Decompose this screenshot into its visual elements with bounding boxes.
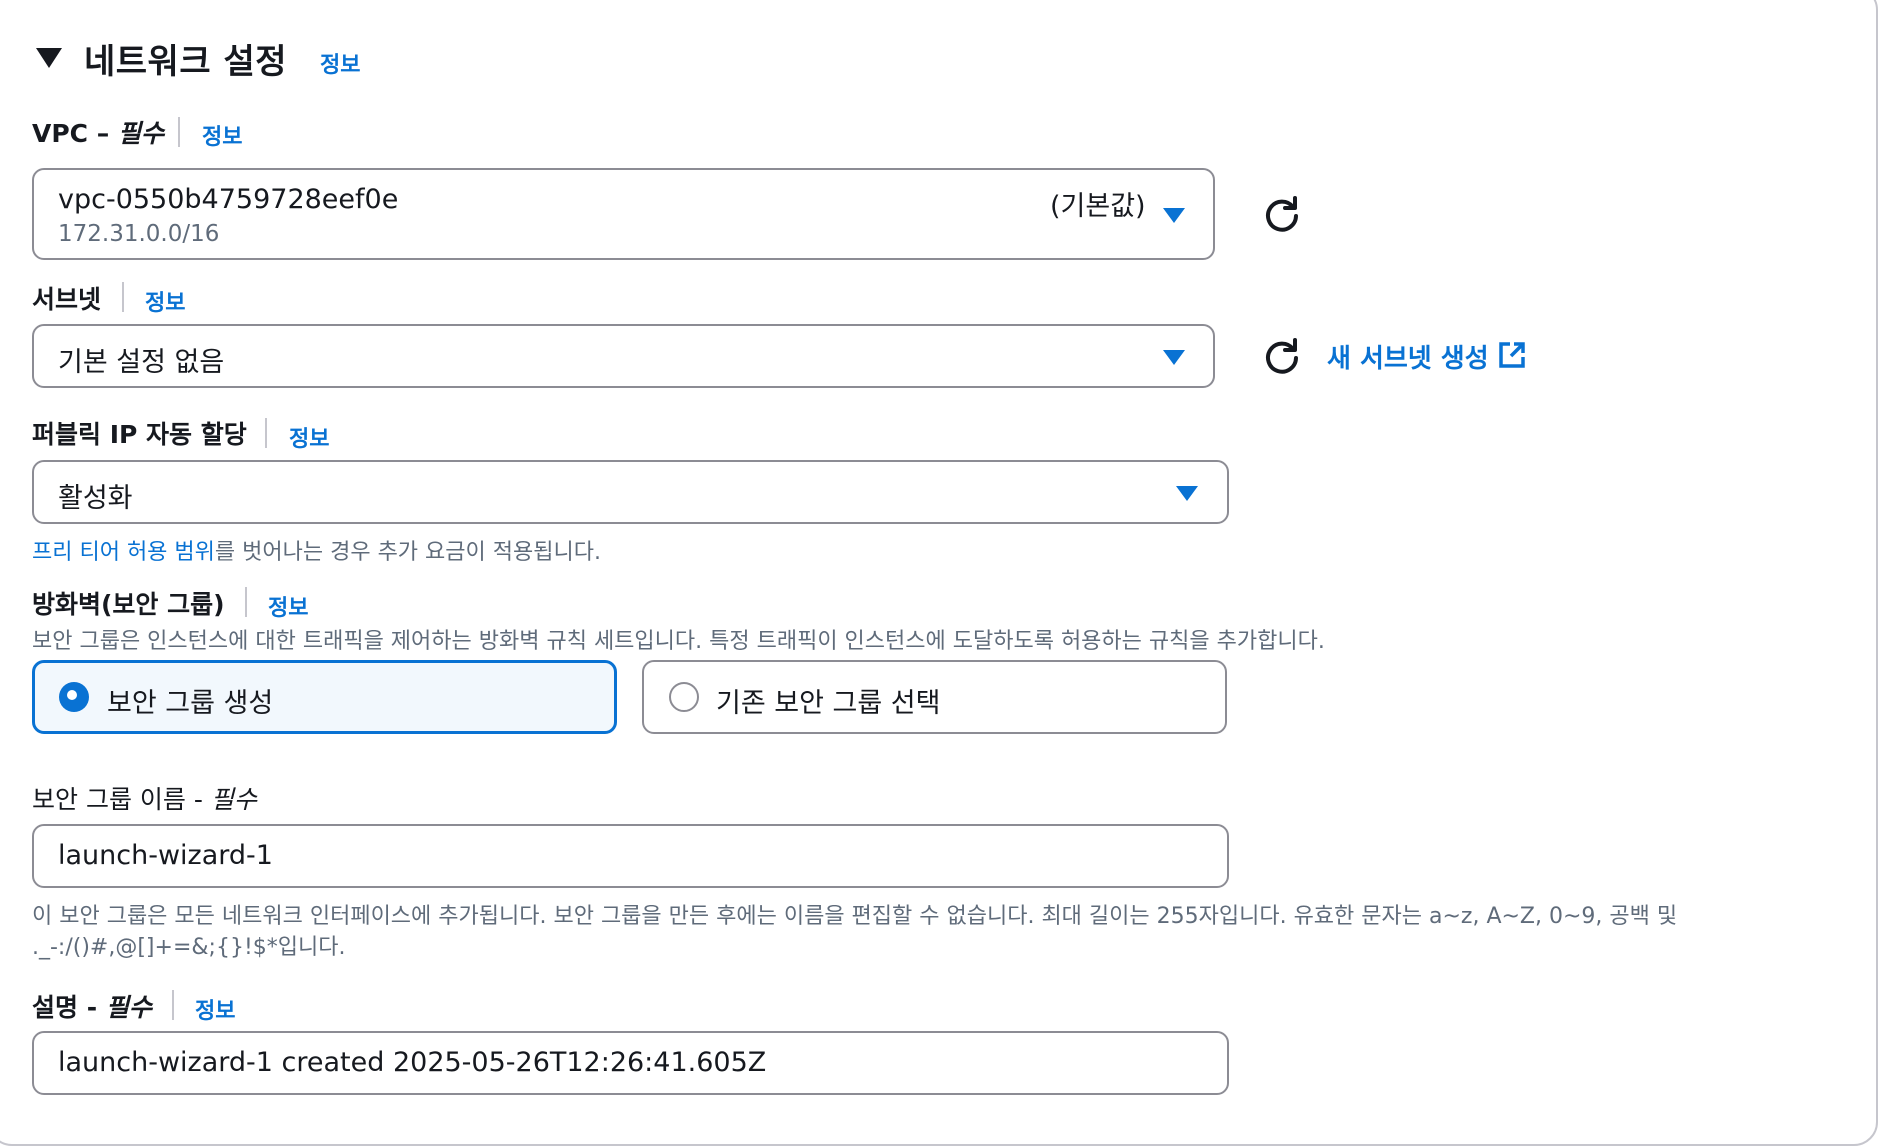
radio-label: 보안 그룹 생성 — [107, 688, 274, 719]
section-title: 네트워크 설정 — [84, 42, 288, 82]
dropdown-caret-icon — [1163, 208, 1185, 223]
description-info-link[interactable]: 정보 — [195, 993, 235, 1025]
subnet-value: 기본 설정 없음 — [58, 347, 225, 378]
firewall-description: 보안 그룹은 인스턴스에 대한 트래픽을 제어하는 방화벽 규칙 세트입니다. … — [32, 629, 1325, 654]
vpc-info-link[interactable]: 정보 — [202, 119, 242, 151]
subnet-select[interactable]: 기본 설정 없음 — [32, 324, 1215, 388]
radio-label: 기존 보안 그룹 선택 — [716, 688, 941, 719]
firewall-info-link[interactable]: 정보 — [268, 590, 308, 622]
description-input[interactable]: launch-wizard-1 created 2025-05-26T12:26… — [32, 1031, 1229, 1095]
vpc-select[interactable]: vpc-0550b4759728eef0e 172.31.0.0/16 (기본값… — [32, 168, 1215, 260]
sg-name-help-line2: ._-:/()#,@[]+=&;{}!$*입니다. — [32, 935, 346, 960]
description-value: launch-wizard-1 created 2025-05-26T12:26… — [58, 1047, 767, 1078]
free-tier-link[interactable]: 프리 티어 허용 범위 — [32, 540, 215, 565]
create-subnet-link[interactable]: 새 서브넷 생성 — [1327, 338, 1489, 375]
public-ip-info-link[interactable]: 정보 — [289, 421, 329, 453]
vpc-id: vpc-0550b4759728eef0e — [58, 184, 399, 215]
divider — [245, 587, 247, 617]
sg-name-help-line1: 이 보안 그룹은 모든 네트워크 인터페이스에 추가됩니다. 보안 그룹을 만든… — [32, 904, 1678, 929]
sg-name-input[interactable]: launch-wizard-1 — [32, 824, 1229, 888]
divider — [122, 282, 124, 312]
public-ip-value: 활성화 — [58, 483, 133, 514]
description-label: 설명 - 필수 — [32, 993, 152, 1022]
subnet-info-link[interactable]: 정보 — [145, 285, 185, 317]
dropdown-caret-icon — [1163, 350, 1185, 365]
vpc-default-badge: (기본값) — [1050, 191, 1146, 222]
vpc-cidr: 172.31.0.0/16 — [58, 221, 220, 247]
divider — [178, 117, 180, 147]
divider — [172, 990, 174, 1020]
public-ip-help: 프리 티어 허용 범위를 벗어나는 경우 추가 요금이 적용됩니다. — [32, 540, 601, 565]
section-info-link[interactable]: 정보 — [320, 47, 360, 79]
sg-name-label: 보안 그룹 이름 - 필수 — [32, 785, 257, 814]
external-link-icon[interactable] — [1498, 341, 1526, 369]
radio-create-security-group[interactable]: 보안 그룹 생성 — [32, 660, 617, 734]
refresh-icon[interactable] — [1262, 336, 1302, 376]
vpc-label: VPC – 필수 — [32, 119, 164, 148]
dropdown-caret-icon — [1176, 486, 1198, 501]
radio-unselected-icon — [669, 682, 699, 712]
caret-down-icon[interactable] — [36, 48, 62, 68]
sg-name-value: launch-wizard-1 — [58, 840, 273, 871]
radio-selected-icon — [59, 682, 89, 712]
refresh-icon[interactable] — [1262, 194, 1302, 234]
subnet-label: 서브넷 — [32, 285, 102, 314]
firewall-label: 방화벽(보안 그룹) — [32, 590, 225, 619]
radio-existing-security-group[interactable]: 기존 보안 그룹 선택 — [642, 660, 1227, 734]
public-ip-label: 퍼블릭 IP 자동 할당 — [32, 420, 247, 449]
divider — [265, 418, 267, 448]
public-ip-select[interactable]: 활성화 — [32, 460, 1229, 524]
